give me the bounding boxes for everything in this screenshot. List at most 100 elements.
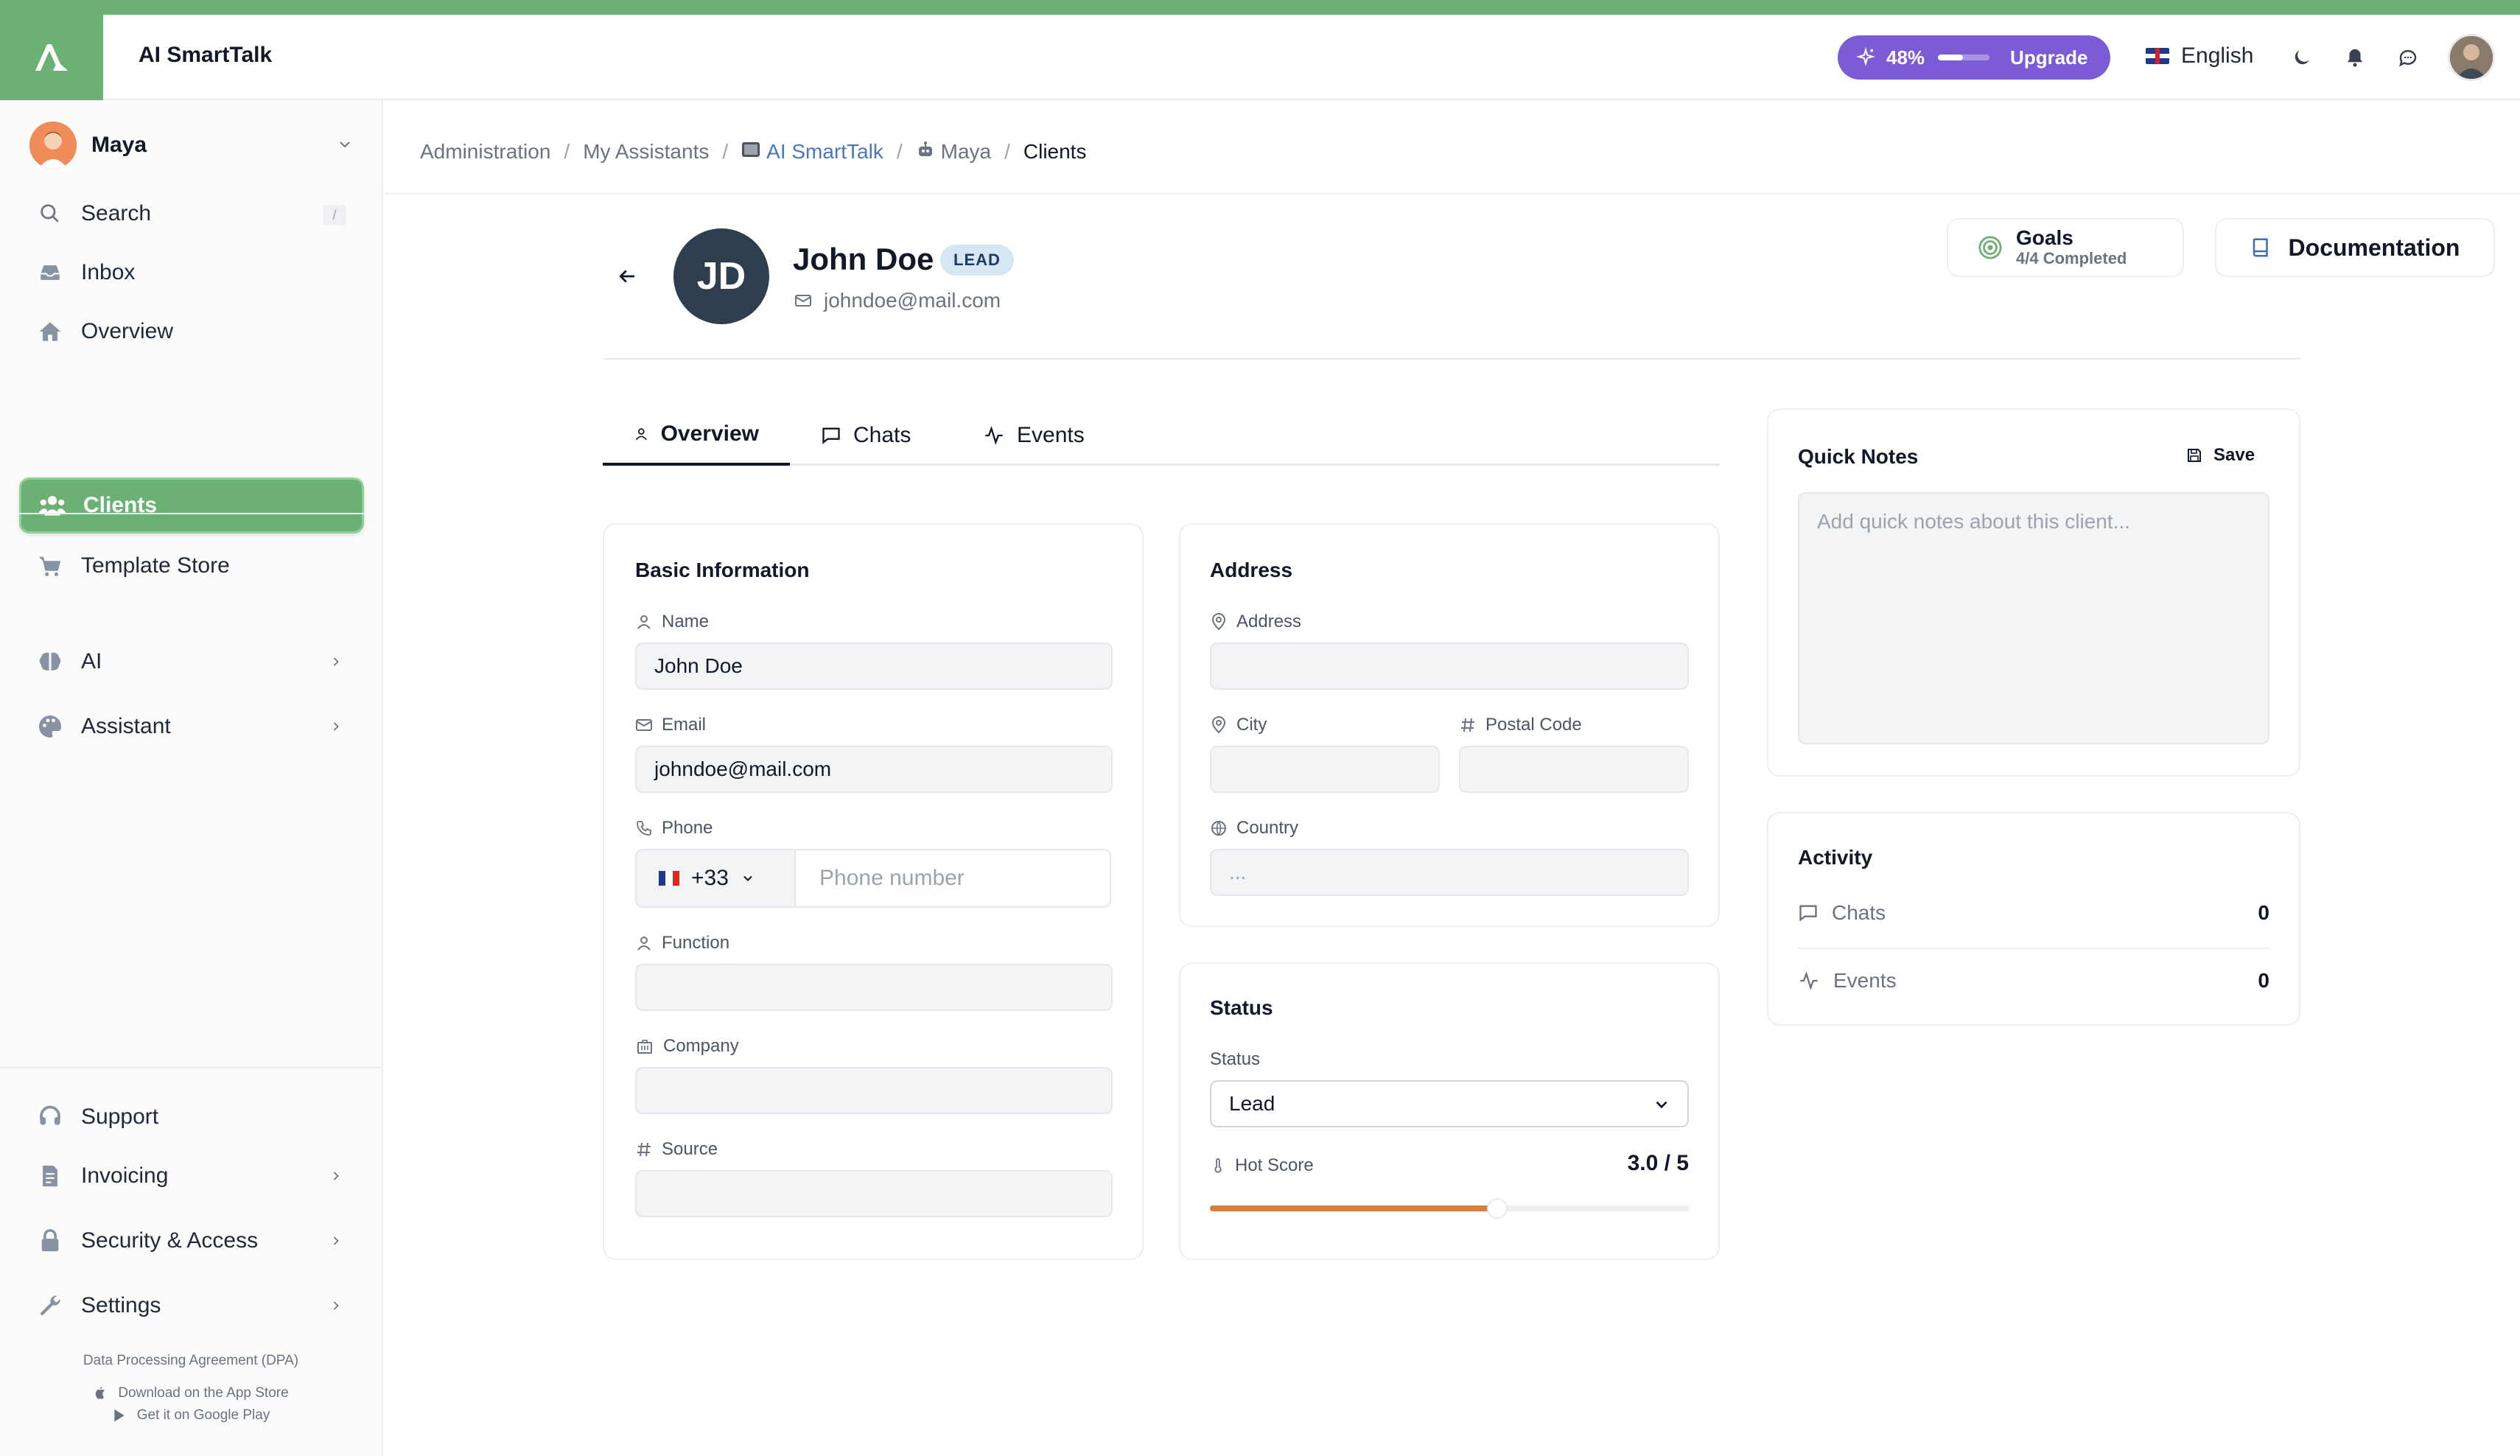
- wrench-icon: [35, 1291, 65, 1320]
- top-accent-bar: [0, 0, 2520, 15]
- sidebar-item-label: Overview: [81, 319, 174, 343]
- header-divider: [604, 358, 2300, 360]
- main-divider: [385, 193, 2520, 195]
- city-field[interactable]: [1210, 746, 1440, 793]
- upgrade-button[interactable]: 48% Upgrade: [1838, 35, 2110, 80]
- email-field[interactable]: johndoe@mail.com: [635, 746, 1113, 793]
- card-title: Status: [1210, 996, 1273, 1019]
- field-label-text: Email: [662, 715, 707, 735]
- card-title: Activity: [1798, 846, 1873, 869]
- phone-label: Phone: [635, 818, 713, 839]
- save-label: Save: [2213, 445, 2255, 465]
- sidebar-item-support[interactable]: Support: [19, 1089, 364, 1145]
- map-pin-icon: [1211, 613, 1226, 631]
- source-label: Source: [635, 1139, 718, 1160]
- postal-code-field[interactable]: [1459, 746, 1689, 793]
- tab-chats[interactable]: Chats: [790, 405, 942, 466]
- hot-score-value: 3.0 / 5: [1627, 1151, 1689, 1175]
- breadcrumb-item[interactable]: Administration: [420, 140, 550, 164]
- pulse-icon: [1800, 971, 1818, 990]
- france-flag-icon: [659, 871, 679, 886]
- users-icon: [38, 491, 67, 520]
- sidebar-item-inbox[interactable]: Inbox: [19, 245, 364, 301]
- sidebar-item-template-store[interactable]: Template Store: [19, 538, 364, 594]
- activity-label: Events: [1833, 969, 1897, 992]
- sidebar: Maya Search / Inbox Overview Clients Tem…: [0, 100, 383, 1456]
- sidebar-group-ai[interactable]: AI: [19, 634, 364, 690]
- google-play-link[interactable]: Get it on Google Play: [0, 1407, 382, 1424]
- field-label-text: Hot Score: [1235, 1155, 1314, 1175]
- slider-thumb[interactable]: [1487, 1198, 1508, 1219]
- quick-notes-textarea[interactable]: Add quick notes about this client...: [1798, 492, 2269, 744]
- bell-icon[interactable]: [2340, 43, 2370, 72]
- hash-icon: [1461, 718, 1474, 732]
- breadcrumb-label: Maya: [940, 140, 992, 163]
- country-select[interactable]: ...: [1210, 849, 1689, 896]
- tab-overview[interactable]: Overview: [603, 405, 790, 466]
- country-code-select[interactable]: +33: [635, 849, 796, 908]
- hot-score-slider[interactable]: [1210, 1198, 1689, 1219]
- status-select[interactable]: Lead: [1210, 1080, 1689, 1127]
- breadcrumb-separator: /: [1004, 140, 1010, 163]
- chat-bubble-icon: [1799, 905, 1817, 922]
- top-bar: AI SmartTalk 48% Upgrade English: [0, 15, 2520, 100]
- chat-icon[interactable]: [2393, 43, 2423, 72]
- palette-icon: [35, 712, 65, 741]
- upgrade-label: Upgrade: [2010, 46, 2088, 69]
- sidebar-item-search[interactable]: Search /: [19, 186, 364, 242]
- activity-label: Chats: [1832, 901, 1886, 924]
- address-field[interactable]: [1210, 643, 1689, 690]
- user-icon: [637, 937, 651, 951]
- company-field[interactable]: [635, 1067, 1113, 1114]
- mail-icon: [636, 719, 652, 731]
- invoice-icon: [35, 1161, 65, 1191]
- globe-icon: [1211, 821, 1226, 836]
- function-field[interactable]: [635, 964, 1113, 1011]
- breadcrumb-item[interactable]: Maya: [916, 140, 991, 164]
- field-label-text: Country: [1236, 818, 1299, 838]
- sidebar-item-label: Template Store: [81, 553, 230, 578]
- company-label: Company: [635, 1036, 739, 1057]
- moon-icon[interactable]: [2287, 43, 2317, 72]
- documentation-button[interactable]: Documentation: [2215, 218, 2495, 277]
- sidebar-item-label: AI: [81, 649, 102, 673]
- assistant-switcher[interactable]: Maya: [29, 119, 354, 171]
- country-code: +33: [691, 866, 729, 890]
- app-title: AI SmartTalk: [139, 43, 273, 67]
- sidebar-item-settings[interactable]: Settings: [19, 1278, 364, 1334]
- client-avatar: JD: [673, 228, 769, 324]
- field-label-text: Status: [1210, 1049, 1261, 1069]
- breadcrumb-current: Clients: [1023, 140, 1087, 163]
- breadcrumb-separator: /: [722, 140, 729, 163]
- language-selector[interactable]: English: [2146, 43, 2253, 69]
- phone-number-input[interactable]: Phone number: [796, 849, 1111, 908]
- breadcrumb-item[interactable]: My Assistants: [583, 140, 709, 164]
- sidebar-item-clients[interactable]: Clients: [19, 477, 364, 533]
- dpa-link[interactable]: Data Processing Agreement (DPA): [0, 1353, 382, 1369]
- app-logo[interactable]: [0, 15, 103, 100]
- sidebar-item-overview[interactable]: Overview: [19, 304, 364, 360]
- app-store-link[interactable]: Download on the App Store: [0, 1385, 382, 1401]
- save-notes-button[interactable]: Save: [2185, 445, 2255, 466]
- user-avatar[interactable]: [2448, 34, 2495, 81]
- address-label: Address: [1210, 612, 1301, 632]
- chevron-right-icon: [333, 657, 339, 666]
- sidebar-item-security[interactable]: Security & Access: [19, 1213, 364, 1269]
- client-email: johndoe@mail.com: [793, 289, 1001, 312]
- robot-icon: [916, 141, 935, 158]
- breadcrumb-item[interactable]: AI SmartTalk: [741, 140, 883, 164]
- tab-events[interactable]: Events: [952, 405, 1116, 466]
- back-button[interactable]: [616, 265, 638, 291]
- name-field[interactable]: John Doe: [635, 643, 1113, 690]
- sidebar-item-invoicing[interactable]: Invoicing: [19, 1148, 364, 1204]
- sidebar-item-label: Assistant: [81, 714, 171, 738]
- source-field[interactable]: [635, 1170, 1113, 1217]
- hot-score-label: Hot Score: [1210, 1155, 1314, 1176]
- goals-button[interactable]: Goals 4/4 Completed: [1947, 218, 2184, 277]
- field-label-text: Postal Code: [1485, 715, 1582, 735]
- card-title: Address: [1210, 559, 1293, 581]
- sidebar-group-assistant[interactable]: Assistant: [19, 699, 364, 755]
- logo-icon: [35, 44, 68, 71]
- book-icon: [2253, 238, 2268, 257]
- sidebar-divider: [19, 513, 364, 514]
